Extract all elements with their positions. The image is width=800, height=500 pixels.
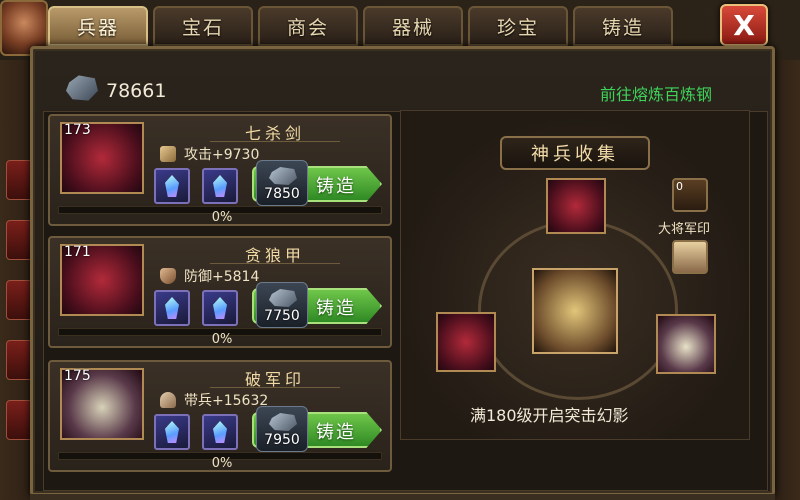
gem-slot-icon[interactable]	[154, 414, 190, 450]
gem-slot-icon[interactable]	[154, 290, 190, 326]
item-name: 破军印	[210, 366, 340, 389]
gem-slot-icon[interactable]	[202, 168, 238, 204]
item-name: 七杀剑	[210, 120, 340, 143]
hammer-icon[interactable]	[672, 240, 708, 274]
tab-bar: 兵器 宝石 商会 器械 珍宝 铸造	[48, 6, 728, 46]
gem-slot-icon[interactable]	[202, 414, 238, 450]
tab-forge[interactable]: 铸造	[573, 6, 673, 46]
general-seal-icon[interactable]: 0	[672, 178, 708, 212]
tab-weapons[interactable]: 兵器	[48, 6, 148, 46]
steel-ore-amount: 78661	[106, 80, 167, 102]
item-stat: 防御+5814	[184, 269, 260, 285]
item-stat: 攻击+9730	[184, 147, 260, 163]
weapon-card-sword: 173 七杀剑 攻击+9730 7850 铸造 0%	[48, 114, 392, 226]
gem-slot-icon[interactable]	[202, 290, 238, 326]
forge-button-label[interactable]: 铸造	[316, 418, 356, 444]
collection-slot-phantom[interactable]	[532, 268, 618, 354]
tab-guild-shop[interactable]: 商会	[258, 6, 358, 46]
weapon-card-seal: 175 破军印 带兵+15632 7950 铸造 0%	[48, 360, 392, 472]
forge-cost: 7950	[264, 432, 300, 448]
item-stat: 带兵+15632	[184, 393, 269, 409]
tab-machinery[interactable]: 器械	[363, 6, 463, 46]
refine-steel-link[interactable]: 前往熔炼百炼钢	[600, 81, 712, 105]
commander-icon	[160, 392, 176, 408]
item-name: 贪狼甲	[210, 242, 340, 265]
progress-percent: 0%	[211, 456, 233, 471]
forge-button-label[interactable]: 铸造	[316, 294, 356, 320]
collection-slot-armor[interactable]	[436, 312, 496, 372]
shield-icon	[160, 268, 176, 284]
tab-gems[interactable]: 宝石	[153, 6, 253, 46]
forge-cost: 7850	[264, 186, 300, 202]
collection-slot-seal[interactable]	[656, 314, 716, 374]
bottom-bar	[30, 494, 775, 500]
collection-title: 神兵收集	[500, 136, 650, 170]
forge-cost: 7750	[264, 308, 300, 324]
item-level: 173	[64, 122, 91, 138]
progress-percent: 0%	[211, 332, 233, 347]
progress-percent: 0%	[211, 210, 233, 225]
side-item-label: 大将军印	[658, 222, 711, 237]
gem-slot-icon[interactable]	[154, 168, 190, 204]
forge-button-label[interactable]: 铸造	[316, 172, 356, 198]
close-button[interactable]: X	[720, 4, 768, 46]
weapon-card-armor: 171 贪狼甲 防御+5814 7750 铸造 0%	[48, 236, 392, 348]
collection-slot-sword[interactable]	[546, 178, 606, 234]
close-icon: X	[733, 8, 755, 42]
unlock-requirement: 满180级开启突击幻影	[470, 406, 629, 425]
item-level: 171	[64, 244, 91, 260]
sword-icon	[160, 146, 176, 162]
tab-treasures[interactable]: 珍宝	[468, 6, 568, 46]
side-item-count: 0	[676, 180, 683, 193]
item-level: 175	[64, 368, 91, 384]
